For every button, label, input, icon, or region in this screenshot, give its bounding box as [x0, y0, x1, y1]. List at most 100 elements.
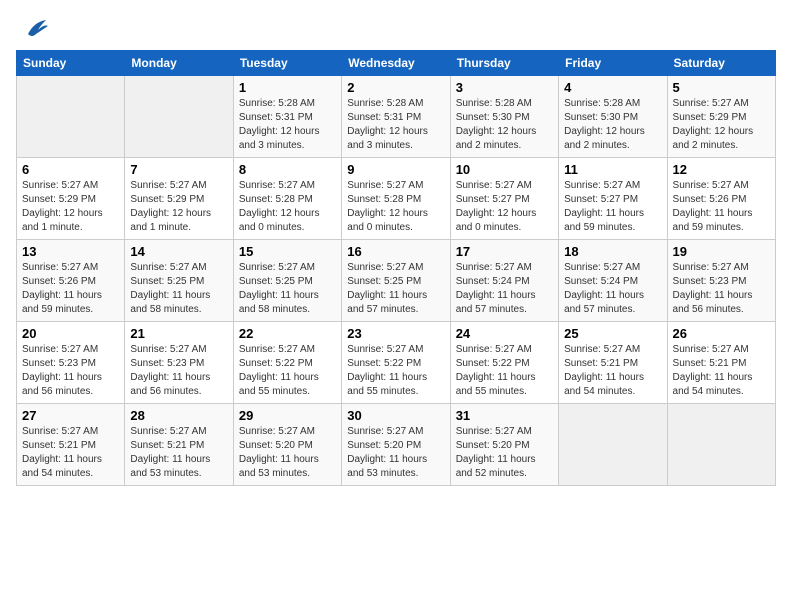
day-info: Sunrise: 5:27 AM Sunset: 5:21 PM Dayligh… — [673, 343, 770, 399]
day-number: 3 — [456, 80, 553, 95]
day-info: Sunrise: 5:27 AM Sunset: 5:23 PM Dayligh… — [22, 343, 119, 399]
day-number: 9 — [347, 162, 444, 177]
day-info: Sunrise: 5:27 AM Sunset: 5:21 PM Dayligh… — [22, 425, 119, 481]
calendar-cell: 24 Sunrise: 5:27 AM Sunset: 5:22 PM Dayli… — [450, 322, 558, 404]
day-info: Sunrise: 5:27 AM Sunset: 5:25 PM Dayligh… — [347, 261, 444, 317]
day-info: Sunrise: 5:28 AM Sunset: 5:30 PM Dayligh… — [456, 97, 553, 153]
day-number: 16 — [347, 244, 444, 259]
day-info: Sunrise: 5:27 AM Sunset: 5:22 PM Dayligh… — [239, 343, 336, 399]
day-number: 17 — [456, 244, 553, 259]
calendar-cell: 9 Sunrise: 5:27 AM Sunset: 5:28 PM Daylig… — [342, 158, 450, 240]
calendar-cell: 19Sunrise: 5:27 AM Sunset: 5:23 PM Dayli… — [667, 240, 775, 322]
day-info: Sunrise: 5:27 AM Sunset: 5:27 PM Dayligh… — [456, 179, 553, 235]
day-info: Sunrise: 5:27 AM Sunset: 5:22 PM Dayligh… — [347, 343, 444, 399]
day-number: 8 — [239, 162, 336, 177]
day-number: 20 — [22, 326, 119, 341]
calendar-cell: 16 Sunrise: 5:27 AM Sunset: 5:25 PM Dayli… — [342, 240, 450, 322]
calendar-cell: 5 Sunrise: 5:27 AM Sunset: 5:29 PM Daylig… — [667, 76, 775, 158]
day-info: Sunrise: 5:27 AM Sunset: 5:22 PM Dayligh… — [456, 343, 553, 399]
day-number: 7 — [130, 162, 227, 177]
calendar-cell: 30 Sunrise: 5:27 AM Sunset: 5:20 PM Dayli… — [342, 404, 450, 486]
day-number: 1 — [239, 80, 336, 95]
calendar-cell: 1 Sunrise: 5:28 AM Sunset: 5:31 PM Daylig… — [233, 76, 341, 158]
day-info: Sunrise: 5:28 AM Sunset: 5:31 PM Dayligh… — [347, 97, 444, 153]
calendar-cell: 3 Sunrise: 5:28 AM Sunset: 5:30 PM Daylig… — [450, 76, 558, 158]
calendar-cell: 25 Sunrise: 5:27 AM Sunset: 5:21 PM Dayli… — [559, 322, 667, 404]
day-info: Sunrise: 5:27 AM Sunset: 5:21 PM Dayligh… — [564, 343, 661, 399]
calendar-cell — [17, 76, 125, 158]
calendar-cell: 31 Sunrise: 5:27 AM Sunset: 5:20 PM Dayli… — [450, 404, 558, 486]
week-row-3: 13 Sunrise: 5:27 AM Sunset: 5:26 PM Dayli… — [17, 240, 776, 322]
day-number: 22 — [239, 326, 336, 341]
day-info: Sunrise: 5:27 AM Sunset: 5:29 PM Dayligh… — [673, 97, 770, 153]
calendar-cell: 23 Sunrise: 5:27 AM Sunset: 5:22 PM Dayli… — [342, 322, 450, 404]
day-number: 28 — [130, 408, 227, 423]
day-info: Sunrise: 5:27 AM Sunset: 5:20 PM Dayligh… — [239, 425, 336, 481]
day-info: Sunrise: 5:27 AM Sunset: 5:25 PM Dayligh… — [130, 261, 227, 317]
day-info: Sunrise: 5:27 AM Sunset: 5:21 PM Dayligh… — [130, 425, 227, 481]
calendar-cell: 2Sunrise: 5:28 AM Sunset: 5:31 PM Daylig… — [342, 76, 450, 158]
header-sunday: Sunday — [17, 51, 125, 76]
day-number: 24 — [456, 326, 553, 341]
header-tuesday: Tuesday — [233, 51, 341, 76]
calendar-cell: 22 Sunrise: 5:27 AM Sunset: 5:22 PM Dayli… — [233, 322, 341, 404]
calendar-cell: 28 Sunrise: 5:27 AM Sunset: 5:21 PM Dayli… — [125, 404, 233, 486]
calendar-cell: 13 Sunrise: 5:27 AM Sunset: 5:26 PM Dayli… — [17, 240, 125, 322]
day-number: 27 — [22, 408, 119, 423]
day-info: Sunrise: 5:28 AM Sunset: 5:31 PM Dayligh… — [239, 97, 336, 153]
day-info: Sunrise: 5:27 AM Sunset: 5:26 PM Dayligh… — [22, 261, 119, 317]
day-info: Sunrise: 5:27 AM Sunset: 5:20 PM Dayligh… — [456, 425, 553, 481]
day-number: 19 — [673, 244, 770, 259]
day-number: 14 — [130, 244, 227, 259]
day-number: 10 — [456, 162, 553, 177]
calendar-cell: 18Sunrise: 5:27 AM Sunset: 5:24 PM Dayli… — [559, 240, 667, 322]
week-row-5: 27 Sunrise: 5:27 AM Sunset: 5:21 PM Dayli… — [17, 404, 776, 486]
calendar-cell: 12 Sunrise: 5:27 AM Sunset: 5:26 PM Dayli… — [667, 158, 775, 240]
day-info: Sunrise: 5:27 AM Sunset: 5:27 PM Dayligh… — [564, 179, 661, 235]
day-number: 12 — [673, 162, 770, 177]
calendar-cell: 26 Sunrise: 5:27 AM Sunset: 5:21 PM Dayli… — [667, 322, 775, 404]
day-info: Sunrise: 5:27 AM Sunset: 5:29 PM Dayligh… — [130, 179, 227, 235]
day-info: Sunrise: 5:27 AM Sunset: 5:28 PM Dayligh… — [239, 179, 336, 235]
calendar-cell: 21Sunrise: 5:27 AM Sunset: 5:23 PM Dayli… — [125, 322, 233, 404]
week-row-1: 1 Sunrise: 5:28 AM Sunset: 5:31 PM Daylig… — [17, 76, 776, 158]
header-friday: Friday — [559, 51, 667, 76]
calendar-table: SundayMondayTuesdayWednesdayThursdayFrid… — [16, 50, 776, 486]
day-number: 25 — [564, 326, 661, 341]
calendar-header-row: SundayMondayTuesdayWednesdayThursdayFrid… — [17, 51, 776, 76]
calendar-cell: 15Sunrise: 5:27 AM Sunset: 5:25 PM Dayli… — [233, 240, 341, 322]
calendar-cell: 27 Sunrise: 5:27 AM Sunset: 5:21 PM Dayli… — [17, 404, 125, 486]
header-monday: Monday — [125, 51, 233, 76]
day-info: Sunrise: 5:27 AM Sunset: 5:26 PM Dayligh… — [673, 179, 770, 235]
header-saturday: Saturday — [667, 51, 775, 76]
day-number: 30 — [347, 408, 444, 423]
header-thursday: Thursday — [450, 51, 558, 76]
week-row-2: 6 Sunrise: 5:27 AM Sunset: 5:29 PM Daylig… — [17, 158, 776, 240]
day-info: Sunrise: 5:27 AM Sunset: 5:29 PM Dayligh… — [22, 179, 119, 235]
day-info: Sunrise: 5:27 AM Sunset: 5:24 PM Dayligh… — [456, 261, 553, 317]
calendar-cell: 11Sunrise: 5:27 AM Sunset: 5:27 PM Dayli… — [559, 158, 667, 240]
day-number: 6 — [22, 162, 119, 177]
calendar-cell: 14 Sunrise: 5:27 AM Sunset: 5:25 PM Dayli… — [125, 240, 233, 322]
day-info: Sunrise: 5:27 AM Sunset: 5:23 PM Dayligh… — [130, 343, 227, 399]
day-info: Sunrise: 5:27 AM Sunset: 5:28 PM Dayligh… — [347, 179, 444, 235]
calendar-cell: 17 Sunrise: 5:27 AM Sunset: 5:24 PM Dayli… — [450, 240, 558, 322]
logo — [16, 16, 48, 40]
calendar-cell: 7 Sunrise: 5:27 AM Sunset: 5:29 PM Daylig… — [125, 158, 233, 240]
day-number: 26 — [673, 326, 770, 341]
calendar-cell: 20 Sunrise: 5:27 AM Sunset: 5:23 PM Dayli… — [17, 322, 125, 404]
day-info: Sunrise: 5:27 AM Sunset: 5:20 PM Dayligh… — [347, 425, 444, 481]
day-number: 15 — [239, 244, 336, 259]
calendar-cell: 6 Sunrise: 5:27 AM Sunset: 5:29 PM Daylig… — [17, 158, 125, 240]
day-number: 29 — [239, 408, 336, 423]
day-number: 31 — [456, 408, 553, 423]
day-number: 5 — [673, 80, 770, 95]
day-number: 18 — [564, 244, 661, 259]
day-number: 13 — [22, 244, 119, 259]
calendar-cell — [559, 404, 667, 486]
calendar-body: 1 Sunrise: 5:28 AM Sunset: 5:31 PM Daylig… — [17, 76, 776, 486]
week-row-4: 20 Sunrise: 5:27 AM Sunset: 5:23 PM Dayli… — [17, 322, 776, 404]
day-number: 23 — [347, 326, 444, 341]
day-info: Sunrise: 5:28 AM Sunset: 5:30 PM Dayligh… — [564, 97, 661, 153]
logo-bird-icon — [20, 16, 48, 40]
